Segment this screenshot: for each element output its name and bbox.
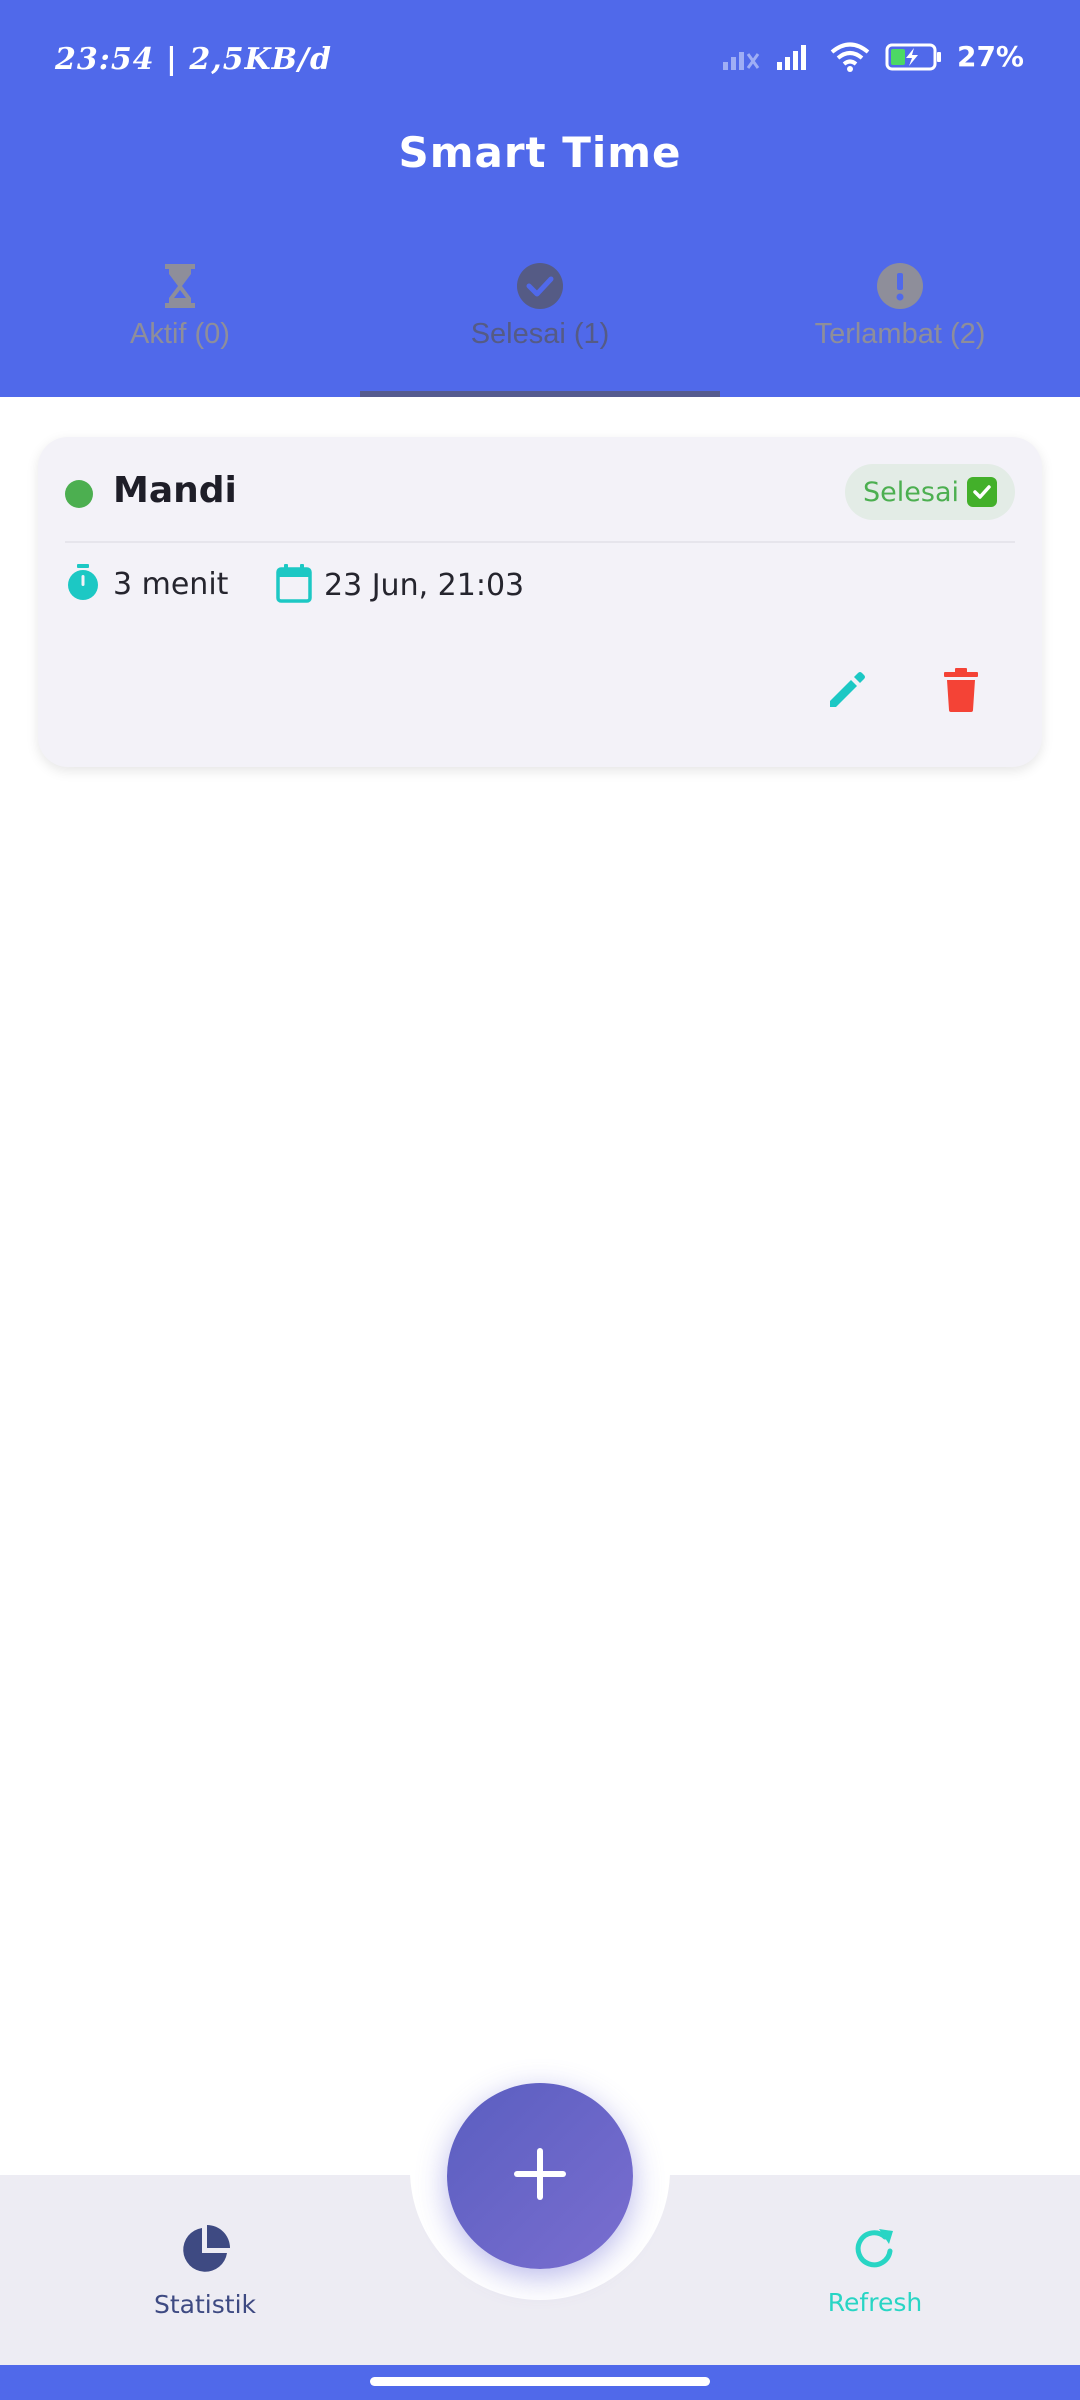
edit-button[interactable]: [812, 657, 882, 727]
signal-icon: [775, 42, 815, 72]
tab-label: Selesai (1): [470, 318, 610, 350]
status-time: 23:54 | 2,5KB/d: [55, 42, 332, 77]
edit-icon: [824, 667, 870, 718]
tab-label: Terlambat (2): [814, 318, 986, 350]
battery-percent: 27%: [956, 40, 1024, 73]
delete-icon: [941, 667, 981, 718]
pie-chart-icon: [180, 2225, 230, 2280]
check-circle-icon: [516, 262, 564, 315]
wifi-icon: [829, 41, 871, 73]
refresh-button[interactable]: Refresh: [800, 2225, 950, 2317]
tab-bar: Aktif (0) Selesai (1) Terlambat (2): [0, 255, 1080, 397]
task-card[interactable]: Mandi Selesai 3 menit 23 Jun, 21:03: [38, 437, 1042, 767]
task-duration: 3 menit: [65, 563, 228, 606]
hourglass-icon: [163, 262, 197, 315]
statistik-label: Statistik: [154, 2290, 256, 2319]
duration-text: 3 menit: [113, 567, 229, 602]
refresh-label: Refresh: [827, 2288, 923, 2317]
timer-icon: [65, 563, 101, 606]
status-dot: [65, 480, 93, 508]
add-task-button[interactable]: [447, 2083, 633, 2269]
card-divider: [65, 541, 1015, 543]
task-title: Mandi: [113, 470, 237, 511]
refresh-icon: [851, 2225, 899, 2278]
tab-selesai[interactable]: Selesai (1): [360, 255, 720, 397]
calendar-icon: [276, 563, 312, 608]
page-title: Smart Time: [398, 128, 682, 177]
status-icons: 27%: [721, 40, 1024, 73]
tab-indicator: [360, 391, 720, 397]
plus-icon: [510, 2144, 570, 2209]
tab-label: Aktif (0): [130, 318, 230, 350]
signal-off-icon: [721, 42, 761, 72]
check-mark-icon: [967, 477, 997, 507]
tab-terlambat[interactable]: Terlambat (2): [720, 255, 1080, 397]
statistik-button[interactable]: Statistik: [130, 2225, 280, 2319]
status-badge: Selesai: [845, 464, 1015, 520]
datetime-text: 23 Jun, 21:03: [324, 568, 525, 603]
battery-charging-icon: [885, 42, 943, 72]
task-datetime: 23 Jun, 21:03: [276, 563, 524, 608]
status-bar: 23:54 | 2,5KB/d 27%: [0, 0, 1080, 120]
status-badge-label: Selesai: [863, 476, 959, 508]
alert-circle-icon: [876, 262, 924, 315]
delete-button[interactable]: [926, 657, 996, 727]
tab-aktif[interactable]: Aktif (0): [0, 255, 360, 397]
home-indicator[interactable]: [370, 2377, 710, 2386]
